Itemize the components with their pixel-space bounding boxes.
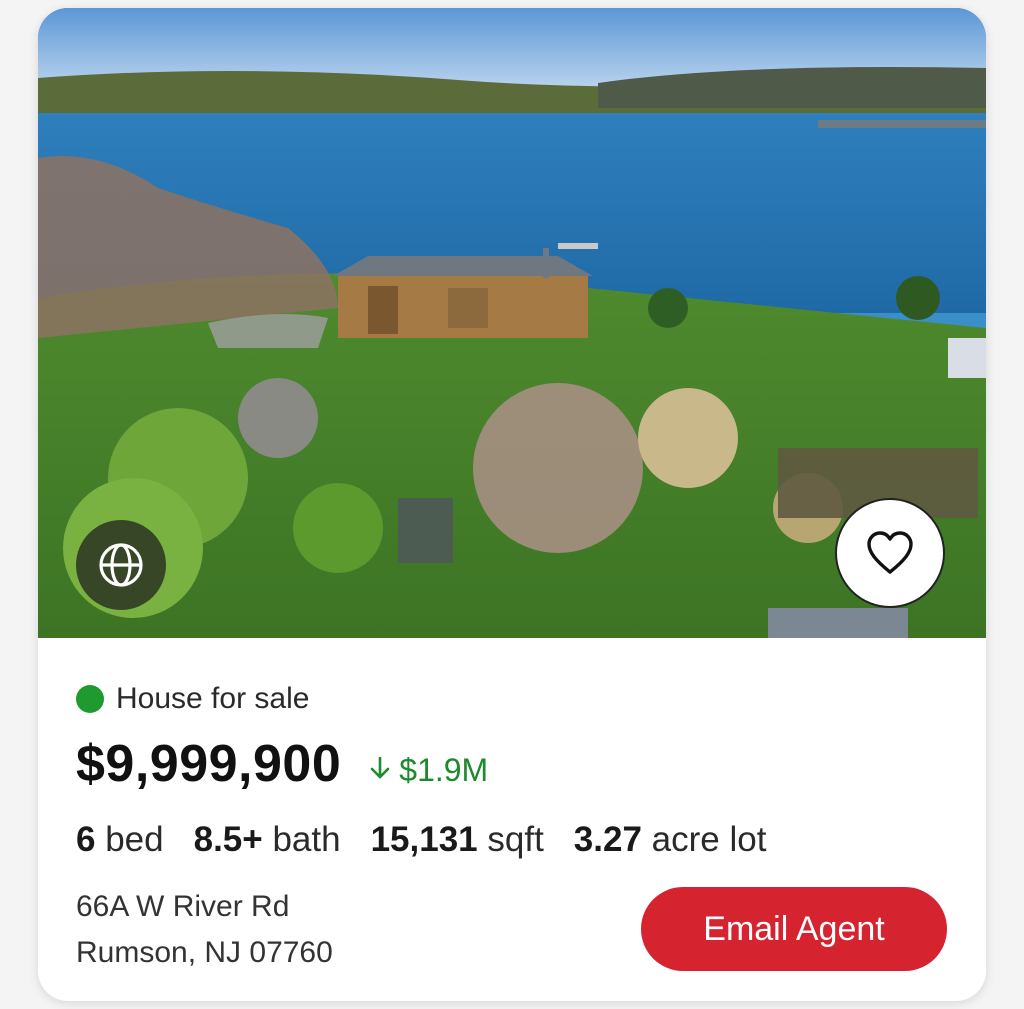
spec-sqft-value: 15,131 [370,820,478,859]
address-line-1: 66A W River Rd [76,890,290,923]
listing-details: House for sale $9,999,900 $1.9M 6 bed 8.… [38,638,986,1001]
price-change-amount: $1.9M [399,752,489,788]
status-dot [76,685,104,713]
globe-icon [97,541,145,589]
spec-lot-value: 3.27 [573,820,642,859]
spec-beds: 6 bed [76,820,164,860]
listing-specs: 6 bed 8.5+ bath 15,131 sqft 3.27 acre lo… [76,820,796,860]
favorite-button[interactable] [835,498,945,608]
email-agent-button[interactable]: Email Agent [641,887,947,971]
spec-baths-value: 8.5+ [193,820,263,859]
listing-price: $9,999,900 [76,735,342,793]
address-line-2: Rumson, NJ 07760 [76,936,333,969]
status-text: House for sale [116,682,310,715]
price-row: $9,999,900 $1.9M [76,734,488,794]
listing-address[interactable]: 66A W River Rd Rumson, NJ 07760 [76,884,333,976]
spec-lot: 3.27 acre lot [574,820,767,860]
spec-sqft: 15,131 sqft [371,820,544,860]
listing-status: House for sale [76,682,309,716]
spec-beds-value: 6 [76,820,96,859]
spec-lot-unit: acre lot [651,820,767,859]
virtual-tour-button[interactable] [76,520,166,610]
spec-baths-unit: bath [272,820,341,859]
heart-icon [865,530,915,576]
listing-card[interactable]: House for sale $9,999,900 $1.9M 6 bed 8.… [38,8,986,1001]
price-change: $1.9M [369,752,488,789]
arrow-down-icon [369,752,399,789]
listing-photo[interactable] [38,8,986,638]
spec-beds-unit: bed [105,820,164,859]
spec-sqft-unit: sqft [487,820,544,859]
spec-baths: 8.5+ bath [194,820,341,860]
